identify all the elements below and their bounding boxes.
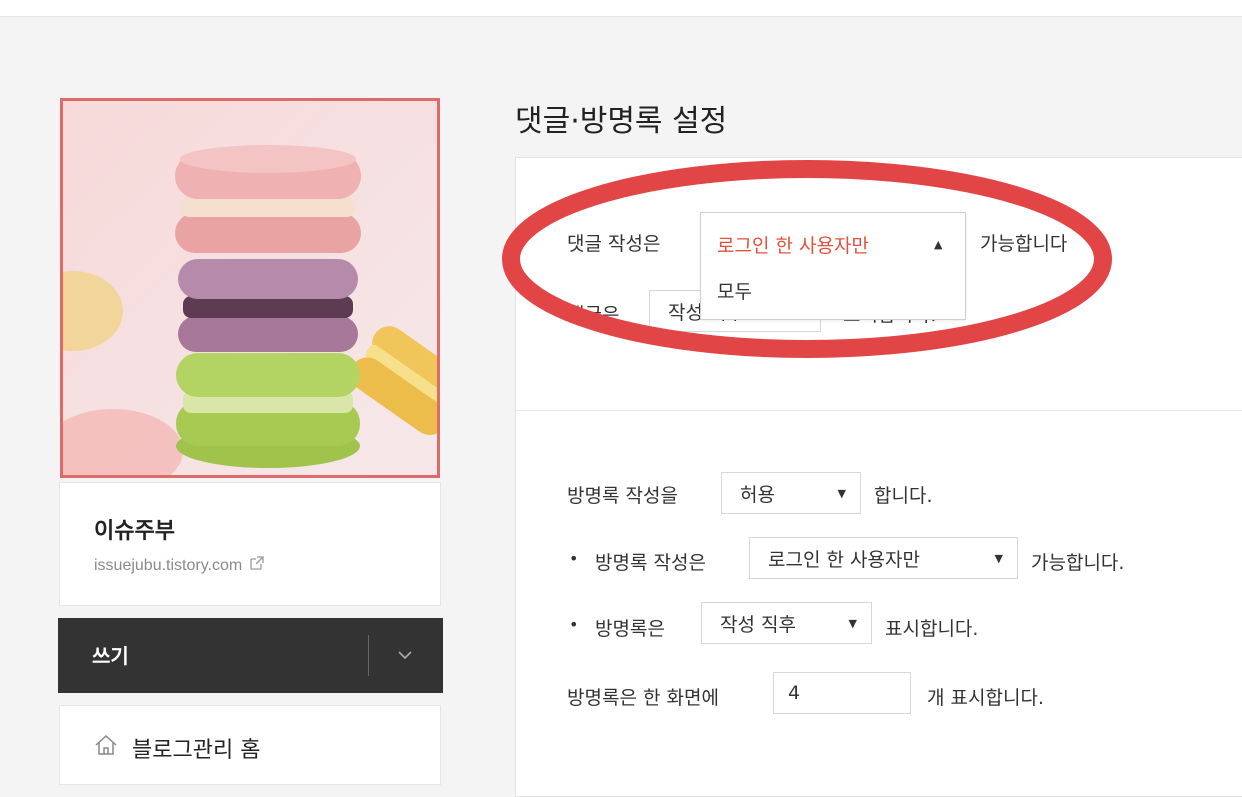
guestbook-allow-value: 허용 [740, 483, 775, 506]
blog-url-link[interactable]: issuejubu.tistory.com [94, 556, 264, 575]
section-divider [516, 410, 1242, 411]
guestbook-allow-suffix: 합니다. [874, 485, 933, 507]
guestbook-writer-value: 로그인 한 사용자만 [768, 548, 920, 571]
chevron-down-icon[interactable] [390, 638, 420, 672]
dropdown-selected-option[interactable]: 로그인 한 사용자만 [717, 231, 869, 258]
caret-down-icon: ▼ [837, 486, 846, 500]
write-button[interactable]: 쓰기 [92, 640, 129, 669]
guestbook-count-input[interactable]: 4 [773, 672, 911, 714]
bullet: • [569, 549, 579, 568]
blog-name[interactable]: 이슈주부 [94, 513, 175, 545]
caret-down-icon: ▼ [848, 616, 857, 630]
guestbook-allow-select[interactable]: 허용 ▼ [721, 472, 861, 514]
guestbook-display-prefix: 방명록은 [595, 618, 665, 640]
guestbook-display-value: 작성 직후 [720, 613, 796, 636]
blog-url-text[interactable]: issuejubu.tistory.com [94, 557, 242, 575]
caret-up-icon[interactable]: ▲ [934, 238, 942, 251]
comment-write-suffix: 가능합니다 [980, 233, 1068, 255]
sidebar-item-blog-home[interactable]: 블로그관리 홈 [94, 732, 260, 764]
guestbook-allow-prefix: 방명록 작성을 [567, 485, 678, 507]
guestbook-writer-suffix: 가능합니다. [1031, 552, 1125, 574]
sidebar-nav: 블로그관리 홈 [59, 705, 441, 785]
comment-write-dropdown[interactable]: 로그인 한 사용자만 ▲ 모두 [700, 212, 966, 320]
dropdown-option-all[interactable]: 모두 [717, 277, 752, 304]
comment-write-prefix: 댓글 작성은 [567, 233, 661, 255]
top-bar [0, 0, 1242, 17]
home-icon [94, 734, 118, 762]
guestbook-writer-prefix: 방명록 작성은 [595, 552, 706, 574]
page-title: 댓글·방명록 설정 [515, 104, 728, 139]
sidebar-item-label: 블로그관리 홈 [132, 738, 261, 763]
write-bar: 쓰기 [58, 618, 443, 693]
guestbook-count-suffix: 개 표시합니다. [927, 687, 1044, 709]
blog-info-card: 이슈주부 issuejubu.tistory.com [59, 482, 441, 606]
write-divider [368, 635, 369, 676]
bullet: • [569, 615, 579, 634]
blog-profile-image[interactable] [60, 98, 440, 478]
guestbook-display-suffix: 표시합니다. [885, 618, 979, 640]
external-link-icon[interactable] [250, 556, 264, 575]
guestbook-display-select[interactable]: 작성 직후 ▼ [701, 602, 872, 644]
guestbook-count-prefix: 방명록은 한 화면에 [567, 687, 719, 709]
caret-down-icon: ▼ [994, 551, 1003, 565]
comment-display-prefix: 댓글은 [567, 304, 620, 326]
guestbook-writer-select[interactable]: 로그인 한 사용자만 ▼ [749, 537, 1018, 579]
